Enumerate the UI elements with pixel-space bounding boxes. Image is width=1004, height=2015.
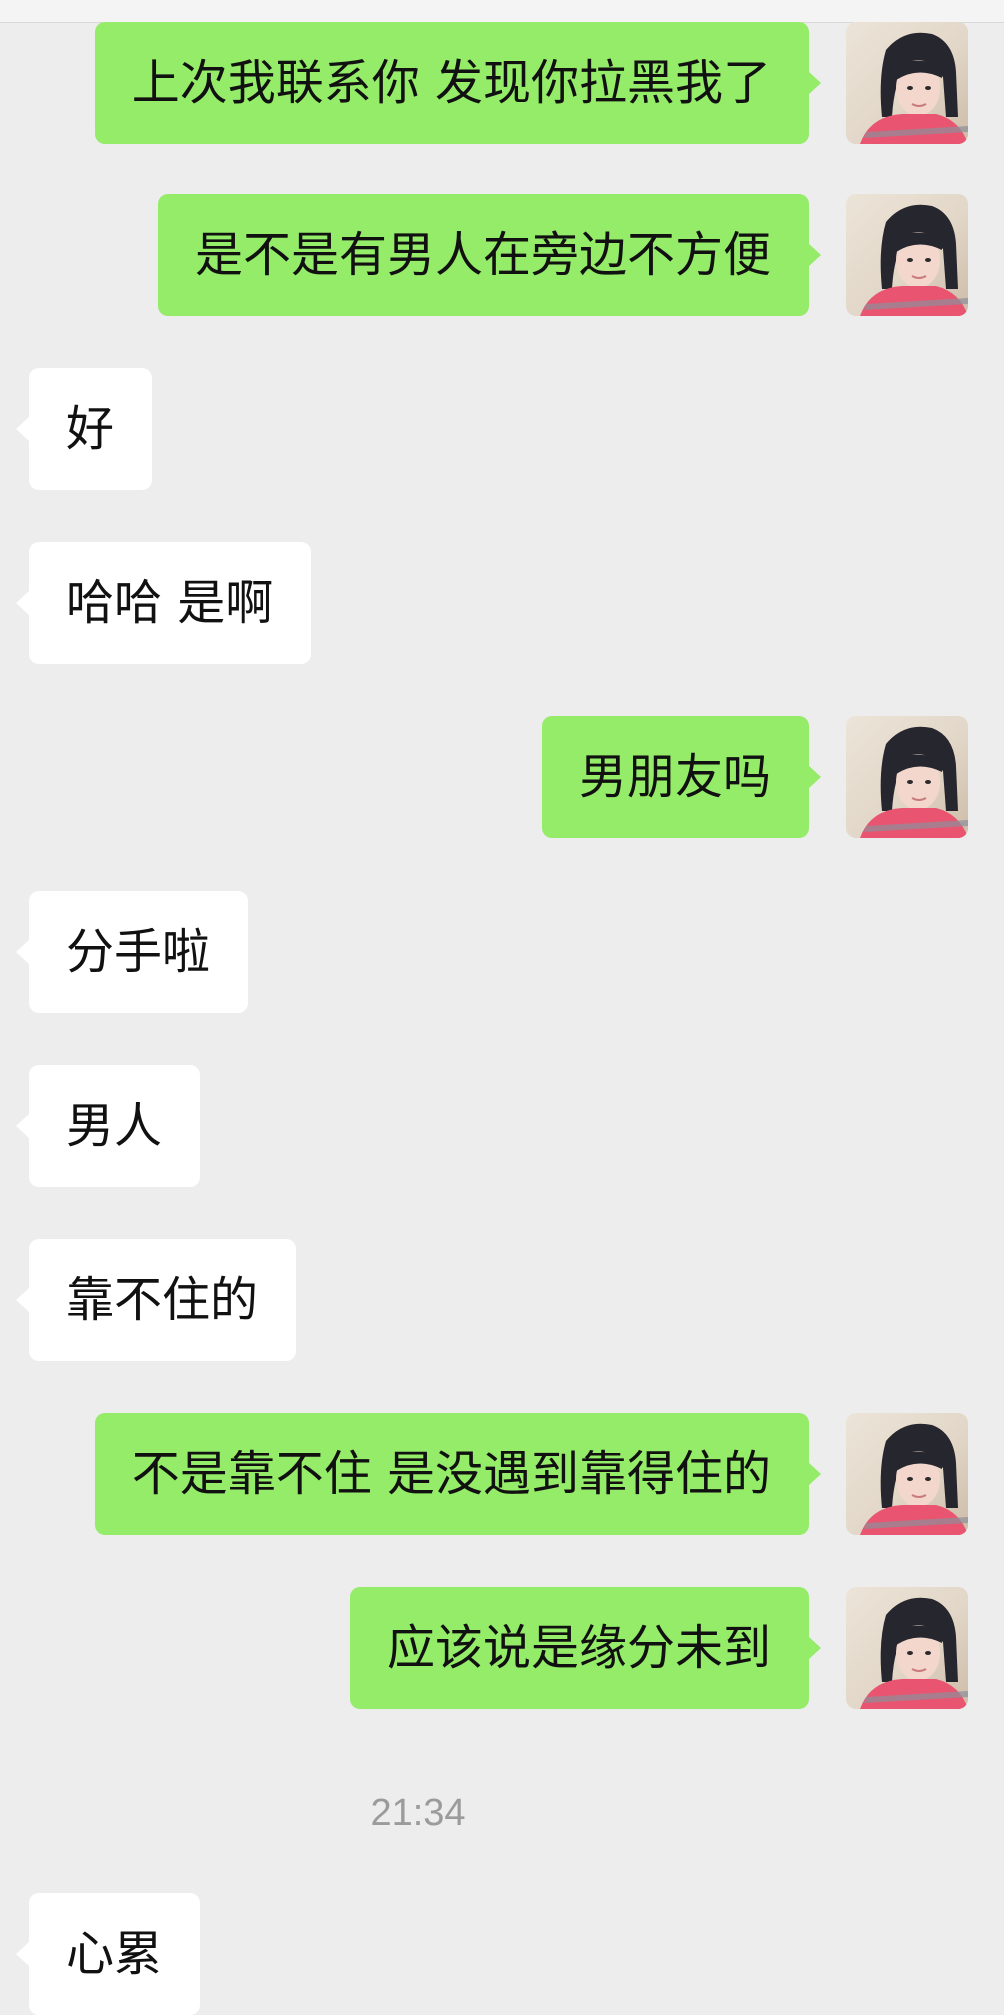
message-bubble[interactable]: 靠不住的 (29, 1239, 297, 1361)
message-bubble[interactable]: 心累 (29, 1893, 201, 2015)
message-incoming: 哈哈 是啊 (0, 542, 1004, 664)
avatar-icon (860, 32, 968, 144)
message-bubble[interactable]: 男人 (29, 1065, 201, 1187)
message-outgoing: 不是靠不住 是没遇到靠得住的 (0, 1413, 1004, 1535)
message-outgoing: 男朋友吗 (0, 716, 1004, 838)
message-bubble[interactable]: 上次我联系你 发现你拉黑我了 (94, 22, 809, 144)
bubble-tail (16, 417, 29, 441)
message-bubble[interactable]: 应该说是缘分未到 (349, 1587, 809, 1709)
avatar-icon (860, 204, 968, 316)
message-outgoing: 是不是有男人在旁边不方便 (0, 194, 1004, 316)
message-bubble[interactable]: 不是靠不住 是没遇到靠得住的 (94, 1413, 809, 1535)
avatar[interactable] (846, 194, 968, 316)
message-bubble[interactable]: 好 (29, 368, 153, 490)
message-bubble[interactable]: 分手啦 (29, 891, 249, 1013)
bubble-tail (16, 1942, 29, 1966)
bubble-tail (808, 243, 821, 267)
message-bubble[interactable]: 哈哈 是啊 (29, 542, 312, 664)
bubble-tail (808, 1462, 821, 1486)
message-incoming: 靠不住的 (0, 1239, 1004, 1361)
avatar-icon (860, 1597, 968, 1709)
message-incoming: 分手啦 (0, 891, 1004, 1013)
avatar[interactable] (846, 716, 968, 838)
message-incoming: 心累 (0, 1893, 1004, 2015)
message-outgoing: 应该说是缘分未到 (0, 1587, 1004, 1709)
bubble-tail (808, 71, 821, 95)
message-outgoing: 上次我联系你 发现你拉黑我了 (0, 22, 1004, 144)
chat-area[interactable]: 上次我联系你 发现你拉黑我了 是不是有男人在旁边不方便 好 哈哈 是啊 男朋友吗… (0, 0, 1004, 2015)
message-incoming: 男人 (0, 1065, 1004, 1187)
bubble-tail (16, 1114, 29, 1138)
bubble-tail (16, 1288, 29, 1312)
message-incoming: 好 (0, 368, 1004, 490)
bubble-tail (808, 1636, 821, 1660)
message-bubble[interactable]: 是不是有男人在旁边不方便 (157, 194, 809, 316)
avatar-icon (860, 1423, 968, 1535)
avatar-icon (860, 726, 968, 838)
bubble-tail (16, 591, 29, 615)
bubble-tail (16, 940, 29, 964)
avatar[interactable] (846, 22, 968, 144)
message-bubble[interactable]: 男朋友吗 (541, 716, 809, 838)
avatar[interactable] (846, 1413, 968, 1535)
bubble-tail (808, 765, 821, 789)
avatar[interactable] (846, 1587, 968, 1709)
message-timestamp: 21:34 (370, 1792, 466, 1834)
